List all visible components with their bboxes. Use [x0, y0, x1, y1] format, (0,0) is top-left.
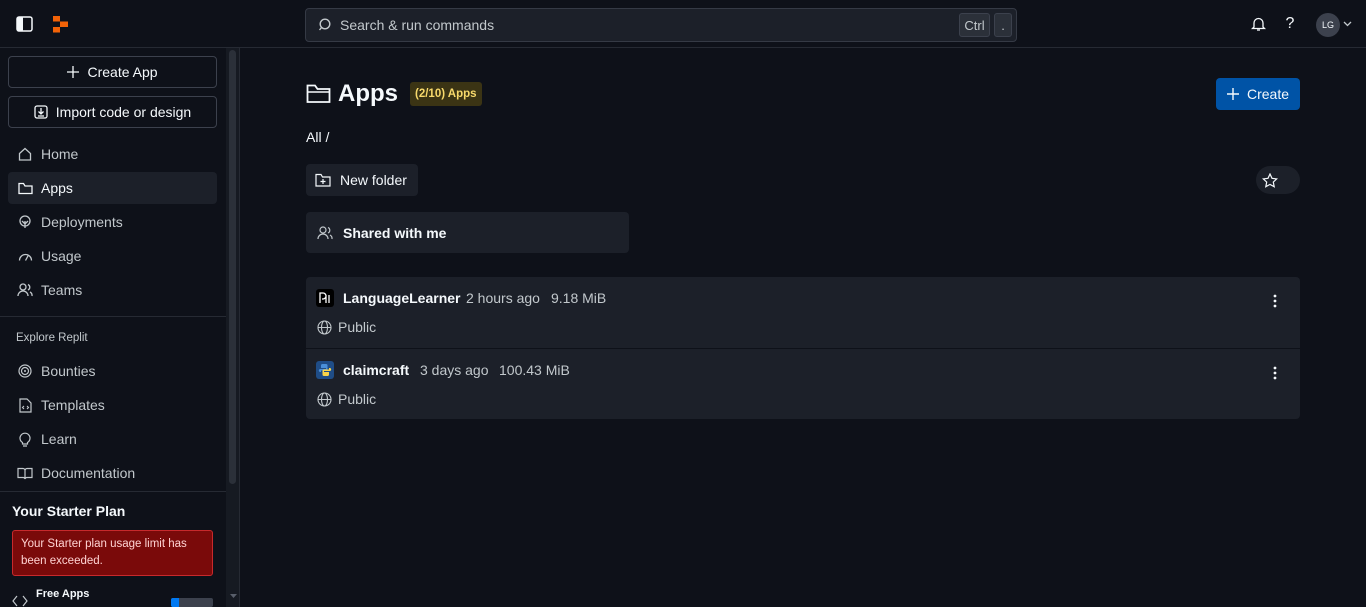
sidebar-item-label: Usage: [41, 248, 82, 264]
create-button[interactable]: Create: [1216, 78, 1300, 110]
top-bar: Search & run commands Ctrl . ? LG: [0, 0, 1366, 48]
sidebar-item-label: Templates: [41, 397, 105, 413]
shortcut-key-ctrl: Ctrl: [959, 13, 990, 37]
bell-icon[interactable]: [1250, 16, 1266, 32]
create-app-button[interactable]: Create App: [8, 56, 217, 88]
shortcut-key-period: .: [994, 13, 1012, 37]
app-size: 100.43 MiB: [499, 362, 570, 378]
sidebar-item-label: Teams: [41, 282, 83, 298]
folder-icon: [17, 180, 33, 196]
sidebar-divider: [0, 316, 226, 317]
app-list: LanguageLearner 2 hours ago 9.18 MiB Pub…: [306, 277, 1300, 419]
explore-section-label: Explore Replit: [16, 332, 88, 344]
sidebar-toggle-icon[interactable]: [16, 16, 33, 32]
star-icon: [1262, 172, 1278, 188]
app-size: 9.18 MiB: [551, 290, 607, 306]
plus-icon: [1226, 88, 1239, 100]
app-row[interactable]: claimcraft 3 days ago 100.43 MiB Public: [306, 348, 1300, 419]
import-icon: [34, 105, 48, 119]
help-icon[interactable]: ?: [1282, 14, 1298, 34]
app-updated-time: 2 hours ago: [466, 290, 540, 306]
sidebar-item-learn[interactable]: Learn: [8, 423, 217, 455]
sidebar: Create App Import code or design Home Ap…: [0, 48, 226, 607]
globe-icon: [317, 391, 332, 407]
language-learner-icon: [316, 289, 334, 307]
breadcrumb[interactable]: All /: [306, 129, 329, 145]
python-icon: [316, 361, 334, 379]
sidebar-item-deployments[interactable]: Deployments: [8, 206, 217, 238]
sidebar-item-bounties[interactable]: Bounties: [8, 355, 217, 387]
home-icon: [17, 146, 33, 162]
sidebar-item-templates[interactable]: Templates: [8, 389, 217, 421]
free-apps-label: Free Apps: [36, 588, 90, 600]
free-apps-usage-fill: [171, 598, 180, 607]
bounties-icon: [17, 363, 33, 379]
users-icon: [317, 225, 333, 239]
main-content: Apps (2/10) Apps Create All / New folder…: [241, 48, 1366, 607]
search-placeholder: Search & run commands: [340, 17, 495, 33]
sidebar-item-documentation[interactable]: Documentation: [8, 457, 217, 489]
app-visibility-label: Public: [338, 391, 377, 407]
deployments-icon: [17, 214, 33, 230]
search-icon: [318, 18, 331, 31]
create-app-label: Create App: [87, 64, 158, 80]
replit-logo-icon[interactable]: [52, 15, 69, 33]
shared-with-me-folder[interactable]: Shared with me: [306, 212, 629, 253]
create-button-label: Create: [1246, 86, 1290, 102]
app-name[interactable]: claimcraft: [343, 362, 409, 378]
sidebar-item-label: Documentation: [41, 465, 136, 481]
usage-icon: [17, 248, 33, 264]
folder-icon: [306, 82, 331, 104]
new-folder-icon: [315, 173, 331, 187]
app-visibility: Public: [317, 391, 376, 407]
teams-icon: [17, 282, 33, 298]
sidebar-item-label: Deployments: [41, 214, 123, 230]
apps-count-badge: (2/10) Apps: [410, 82, 482, 106]
app-visibility: Public: [317, 319, 376, 335]
sidebar-item-label: Home: [41, 146, 79, 162]
sidebar-item-home[interactable]: Home: [8, 138, 217, 170]
sidebar-divider: [0, 491, 226, 492]
scrollbar-thumb[interactable]: [229, 50, 236, 484]
sidebar-item-label: Bounties: [41, 363, 96, 379]
plan-title: Your Starter Plan: [12, 503, 126, 519]
avatar[interactable]: LG: [1316, 13, 1340, 37]
sidebar-item-usage[interactable]: Usage: [8, 240, 217, 272]
book-icon: [17, 465, 33, 481]
sidebar-item-teams[interactable]: Teams: [8, 274, 217, 306]
chevron-down-icon[interactable]: [1342, 20, 1352, 28]
sidebar-item-label: Apps: [41, 180, 73, 196]
favorites-toggle[interactable]: [1256, 166, 1300, 194]
templates-icon: [17, 397, 33, 413]
code-icon: [12, 595, 28, 607]
plus-icon: [67, 66, 80, 78]
lightbulb-icon: [17, 431, 33, 447]
plan-limit-alert: Your Starter plan usage limit has been e…: [12, 530, 213, 576]
new-folder-label: New folder: [340, 172, 407, 188]
app-visibility-label: Public: [338, 319, 377, 335]
globe-icon: [317, 319, 332, 335]
sidebar-item-apps[interactable]: Apps: [8, 172, 217, 204]
import-button[interactable]: Import code or design: [8, 96, 217, 128]
shared-label: Shared with me: [343, 224, 447, 241]
search-bar[interactable]: Search & run commands Ctrl .: [305, 8, 1017, 42]
scroll-down-icon[interactable]: [229, 593, 237, 599]
more-options-icon[interactable]: [1266, 363, 1284, 383]
new-folder-button[interactable]: New folder: [306, 164, 418, 196]
app-name[interactable]: LanguageLearner: [343, 290, 460, 306]
sidebar-item-label: Learn: [41, 431, 77, 447]
page-title: Apps: [338, 80, 398, 107]
more-options-icon[interactable]: [1266, 291, 1284, 311]
app-updated-time: 3 days ago: [420, 362, 489, 378]
free-apps-usage-bar: [171, 598, 213, 607]
import-label: Import code or design: [55, 104, 192, 120]
sidebar-scrollbar[interactable]: [226, 48, 240, 607]
app-row[interactable]: LanguageLearner 2 hours ago 9.18 MiB Pub…: [306, 277, 1300, 348]
